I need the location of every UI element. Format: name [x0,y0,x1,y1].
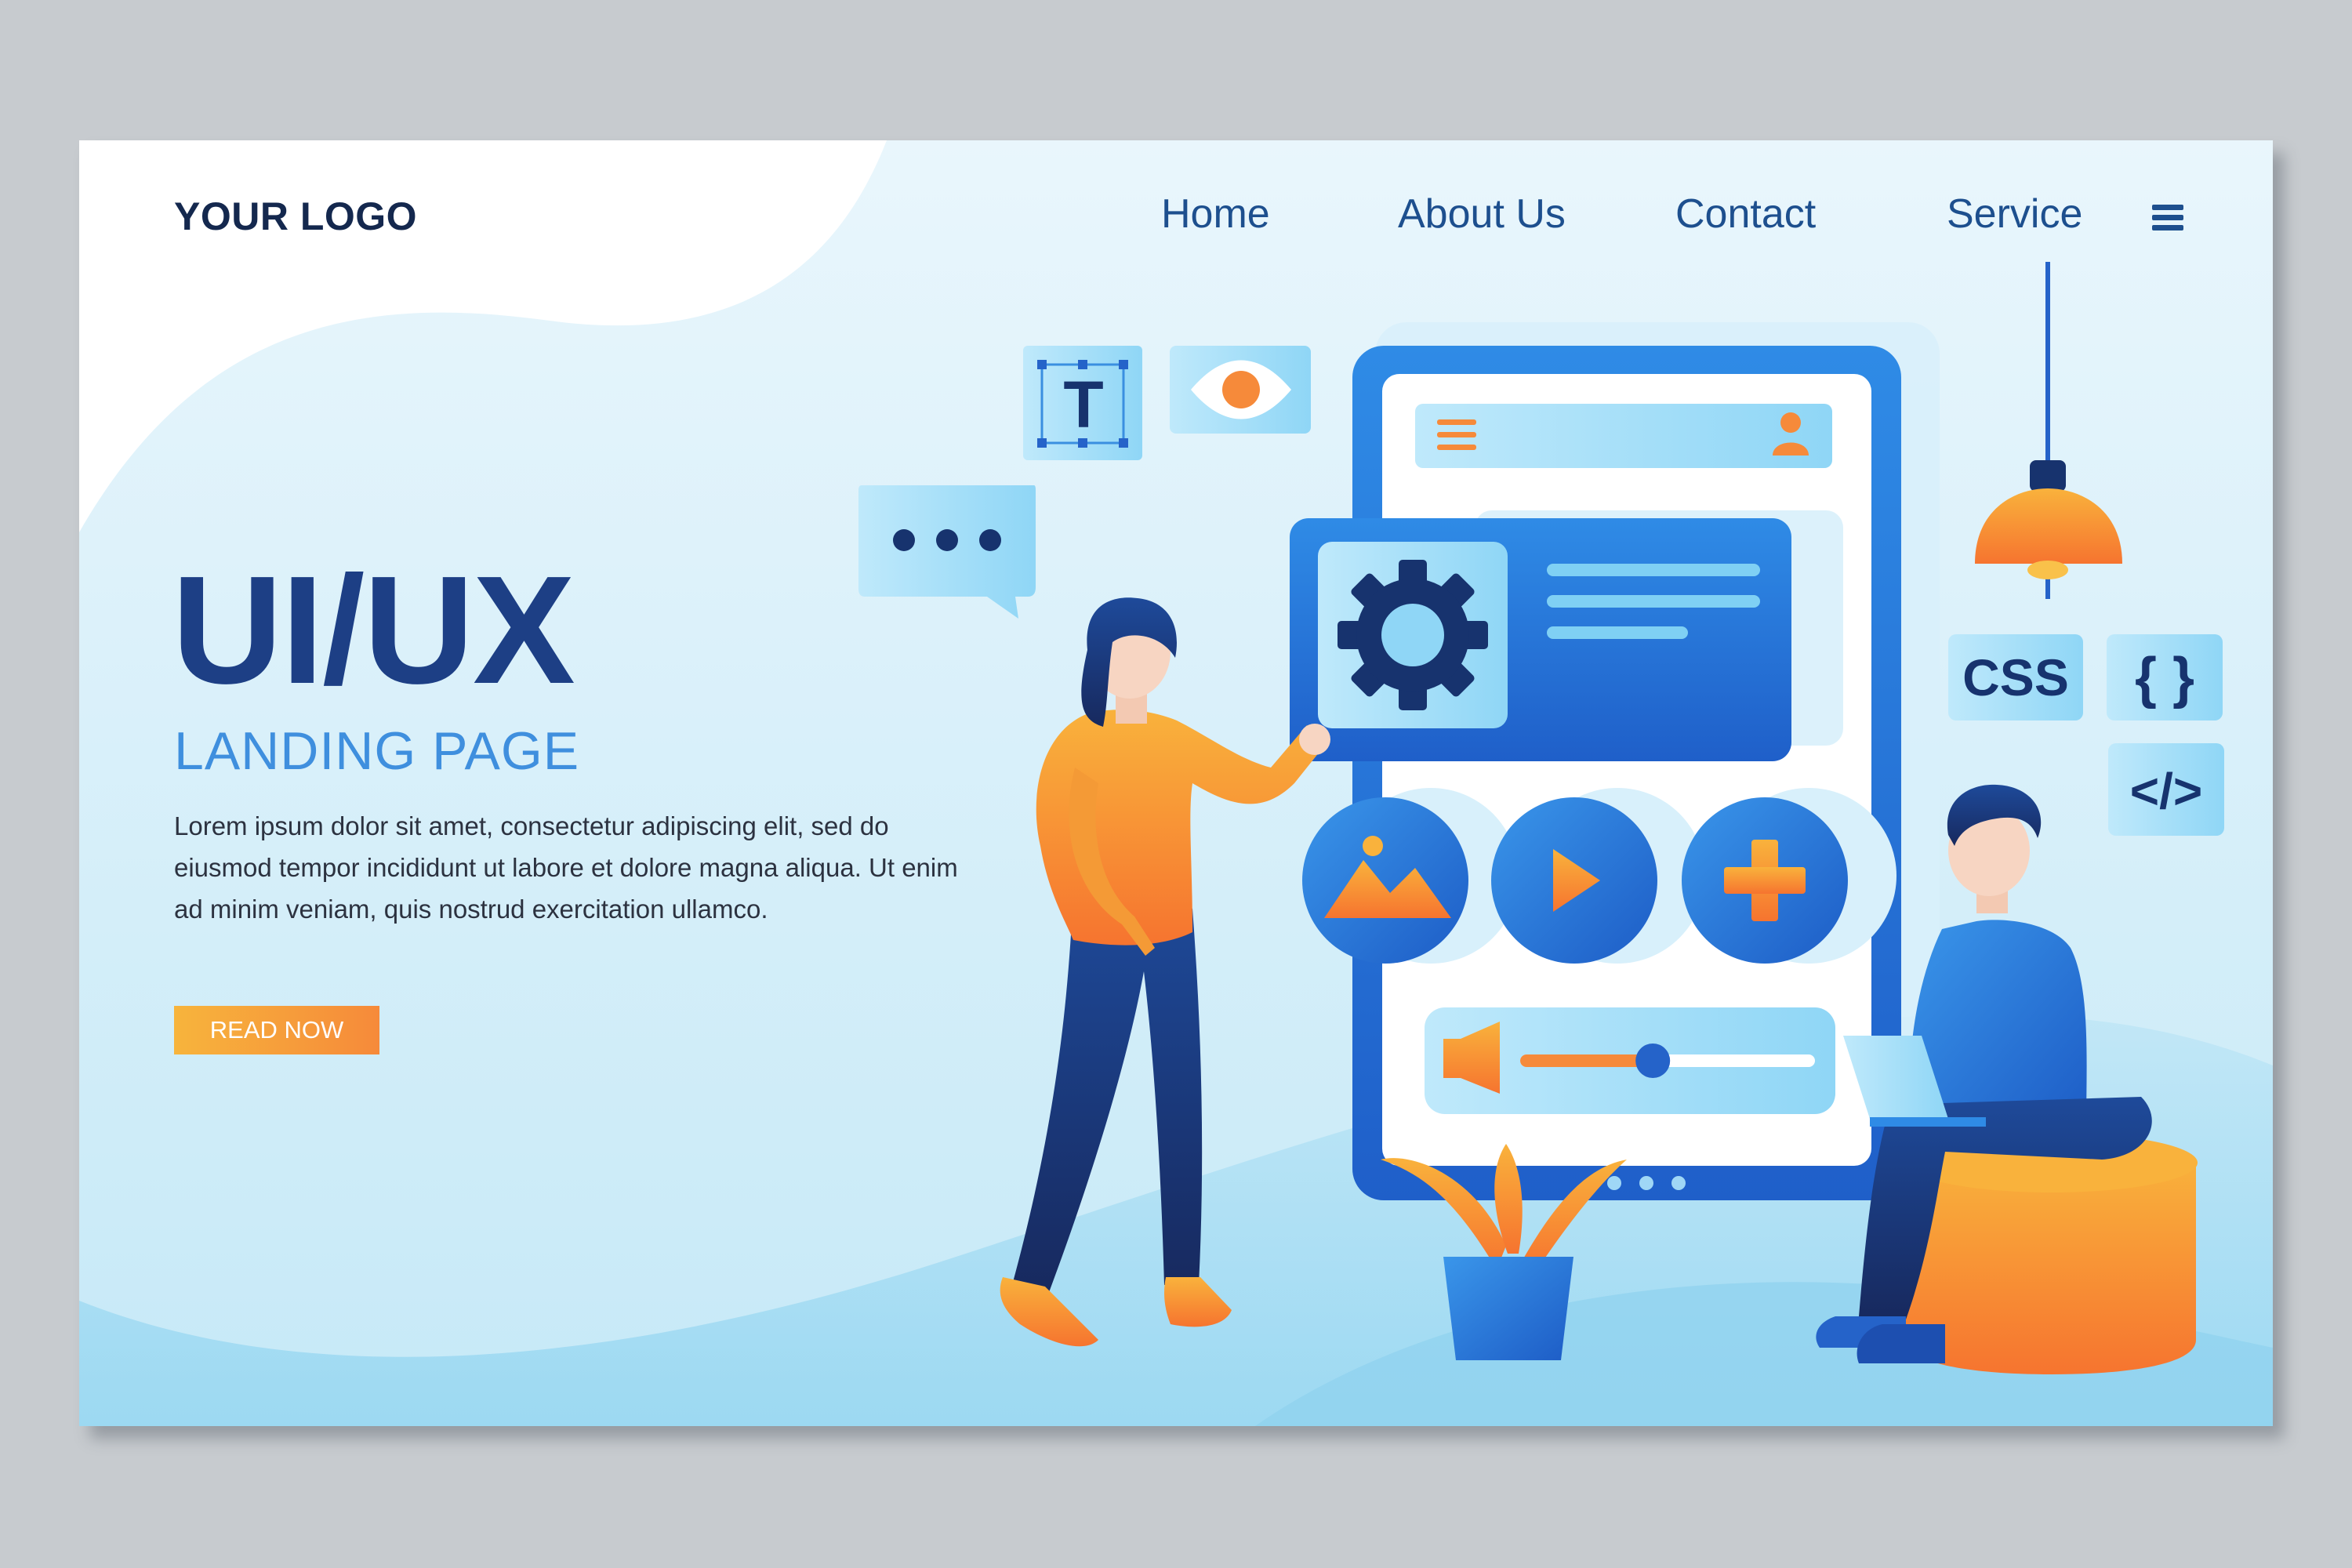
hero-illustration: T CSS { } </> [858,262,2224,1374]
chat-bubble-icon [858,485,1036,619]
braces-tag-text: { } [2135,647,2194,710]
volume-knob [1635,1044,1671,1078]
menu-icon [1437,419,1476,450]
text-tool-icon: T [1063,368,1103,441]
code-tag-text: </> [2130,763,2203,819]
landing-page-card: YOUR LOGO Home About Us Contact Service … [79,140,2273,1426]
image-button [1302,797,1468,964]
gear-icon [1338,560,1488,710]
css-tag-text: CSS [1962,648,2069,706]
woman-character [1000,597,1330,1347]
plant-icon [1381,1144,1627,1360]
volume-level-fill [1520,1054,1653,1067]
lamp-icon [1975,262,2122,599]
